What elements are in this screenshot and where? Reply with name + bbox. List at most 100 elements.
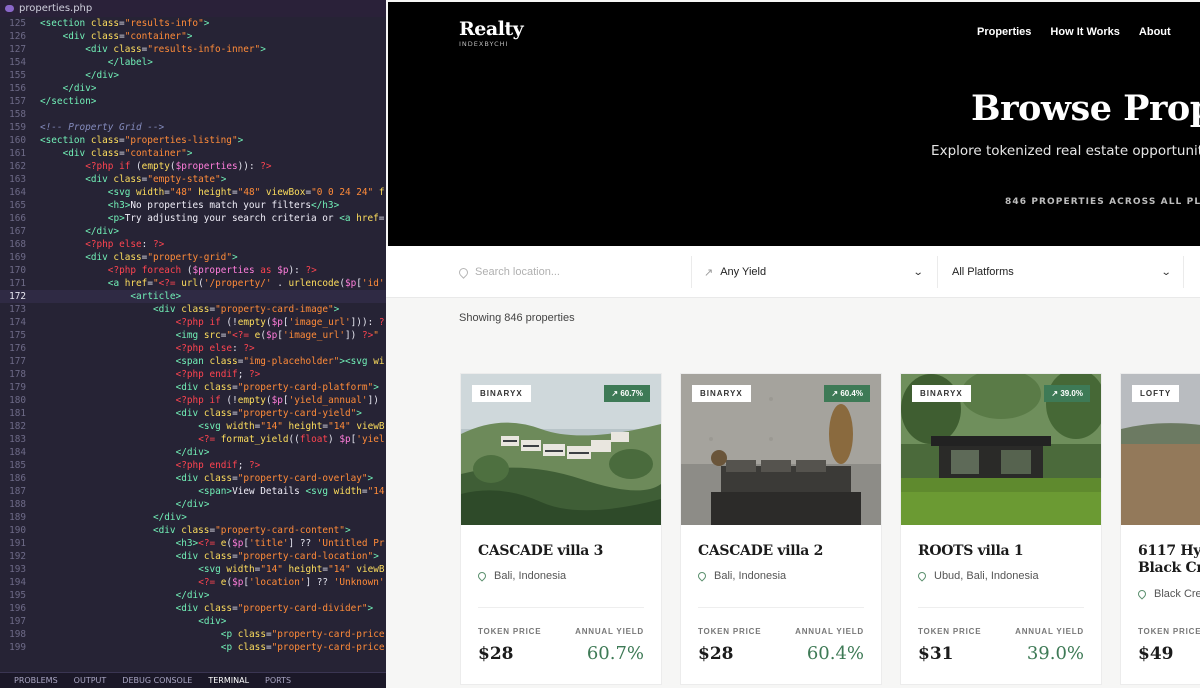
code-line[interactable]: 195 </div> [0, 589, 386, 602]
results-count: Showing 846 properties [459, 312, 575, 324]
code-line[interactable]: 162 <?php if (empty($properties)): ?> [0, 160, 386, 173]
nav-properties[interactable]: Properties [977, 26, 1031, 38]
token-price-label: TOKEN PRICE [918, 627, 982, 636]
property-image: LOFTY [1121, 374, 1200, 525]
code-text: </div> [62, 83, 97, 94]
nav-how-it-works[interactable]: How It Works [1050, 26, 1119, 38]
property-image: BINARYX ↗ 60.7% [461, 374, 661, 525]
line-number: 198 [9, 629, 26, 640]
code-line[interactable]: 172 <article> [0, 290, 386, 303]
token-price-label: TOKEN PRICE [698, 627, 762, 636]
code-line[interactable]: 170 <?php foreach ($properties as $p): ?> [0, 264, 386, 277]
code-line[interactable]: 171 <a href="<?= url('/property/' . urlen… [0, 277, 386, 290]
code-text: <div class="property-card-yield"> [175, 408, 362, 419]
code-line[interactable]: 154 </label> [0, 56, 386, 69]
panel-tab-terminal[interactable]: TERMINAL [200, 673, 258, 688]
platform-select[interactable]: All Platforms ⌄ [952, 258, 1171, 286]
panel-tab-output[interactable]: OUTPUT [66, 673, 115, 688]
property-card[interactable]: BINARYX ↗ 39.0% ROOTS villa 1 Ubud, Bali… [900, 373, 1102, 685]
code-line[interactable]: 127 <div class="results-info-inner"> [0, 43, 386, 56]
code-line[interactable]: 194 <?= e($p['location'] ?? 'Unknown' [0, 576, 386, 589]
code-line[interactable]: 178 <?php endif; ?> [0, 368, 386, 381]
code-line[interactable]: 169 <div class="property-grid"> [0, 251, 386, 264]
code-text: <div class="empty-state"> [85, 174, 227, 185]
code-line[interactable]: 165 <h3>No properties match your filters<… [0, 199, 386, 212]
code-text: </div> [175, 447, 210, 458]
code-line[interactable]: 156 </div> [0, 82, 386, 95]
code-line[interactable]: 168 <?php else: ?> [0, 238, 386, 251]
panel-tab-problems[interactable]: PROBLEMS [6, 673, 66, 688]
code-line[interactable]: 163 <div class="empty-state"> [0, 173, 386, 186]
property-card[interactable]: BINARYX ↗ 60.4% CASCADE villa 2 Bali, In… [680, 373, 882, 685]
line-number: 169 [9, 252, 26, 263]
yield-badge: ↗ 60.7% [604, 385, 650, 402]
code-line[interactable]: 191 <h3><?= e($p['title'] ?? 'Untitled Pr [0, 537, 386, 550]
code-line[interactable]: 188 </div> [0, 498, 386, 511]
code-line[interactable]: 176 <?php else: ?> [0, 342, 386, 355]
code-text: <svg width="48" height="48" viewBox="0 0… [107, 187, 385, 198]
code-line[interactable]: 199 <p class="property-card-price [0, 641, 386, 654]
line-number: 185 [9, 460, 26, 471]
panel-tab-ports[interactable]: PORTS [257, 673, 299, 688]
code-line[interactable]: 166 <p>Try adjusting your search criteria… [0, 212, 386, 225]
site-logo[interactable]: Realty INDEXBYCHI [459, 18, 524, 48]
code-line[interactable]: 193 <svg width="14" height="14" viewB [0, 563, 386, 576]
code-line[interactable]: 161 <div class="container"> [0, 147, 386, 160]
code-line[interactable]: 155 </div> [0, 69, 386, 82]
yield-select-value: Any Yield [720, 266, 767, 278]
code-line[interactable]: 125 <section class="results-info"> [0, 17, 386, 30]
code-line[interactable]: 164 <svg width="48" height="48" viewBox="… [0, 186, 386, 199]
annual-yield: 39.0% [1026, 643, 1084, 664]
code-line[interactable]: 183 <?= format_yield((float) $p['yiel [0, 433, 386, 446]
filter-bar: Search location... ↗ Any Yield ⌄ All Pla… [386, 246, 1200, 298]
code-text: <p class="property-card-price [220, 642, 385, 653]
line-number: 126 [9, 31, 26, 42]
code-text: <div class="property-card-image"> [153, 304, 340, 315]
code-line[interactable]: 186 <div class="property-card-overlay"> [0, 472, 386, 485]
filter-divider [1183, 256, 1184, 288]
code-line[interactable]: 185 <?php endif; ?> [0, 459, 386, 472]
editor-file-tab[interactable]: properties.php [0, 0, 386, 17]
code-line[interactable]: 126 <div class="container"> [0, 30, 386, 43]
code-line[interactable]: 181 <div class="property-card-yield"> [0, 407, 386, 420]
property-card[interactable]: BINARYX ↗ 60.7% CASCADE villa 3 Bali, In… [460, 373, 662, 685]
yield-select[interactable]: ↗ Any Yield ⌄ [704, 258, 923, 286]
code-line[interactable]: 174 <?php if (!empty($p['image_url'])): ? [0, 316, 386, 329]
code-line[interactable]: 159 <!-- Property Grid --> [0, 121, 386, 134]
code-text: <div class="property-card-overlay"> [175, 473, 374, 484]
trending-up-icon: ↗ [704, 266, 714, 279]
code-line[interactable]: 173 <div class="property-card-image"> [0, 303, 386, 316]
code-editor[interactable]: properties.php 125 <section class="result… [0, 0, 386, 688]
code-line[interactable]: 196 <div class="property-card-divider"> [0, 602, 386, 615]
code-line[interactable]: 192 <div class="property-card-location"> [0, 550, 386, 563]
code-line[interactable]: 184 </div> [0, 446, 386, 459]
nav-about[interactable]: About [1139, 26, 1171, 38]
code-line[interactable]: 177 <span class="img-placeholder"><svg wi [0, 355, 386, 368]
line-number: 180 [9, 395, 26, 406]
line-number: 160 [9, 135, 26, 146]
line-number: 177 [9, 356, 26, 367]
code-line[interactable]: 189 </div> [0, 511, 386, 524]
code-line[interactable]: 175 <img src="<?= e($p['image_url']) ?>" [0, 329, 386, 342]
code-line[interactable]: 198 <p class="property-card-price [0, 628, 386, 641]
code-line[interactable]: 158 [0, 108, 386, 121]
property-card[interactable]: LOFTY 6117 Hyde Black Cre Black Cre TOKE… [1120, 373, 1200, 685]
line-number: 176 [9, 343, 26, 354]
code-line[interactable]: 179 <div class="property-card-platform"> [0, 381, 386, 394]
code-line[interactable]: 187 <span>View Details <svg width="14 [0, 485, 386, 498]
search-location-input[interactable]: Search location... [457, 258, 560, 286]
code-line[interactable]: 197 <div> [0, 615, 386, 628]
code-area[interactable]: 125 <section class="results-info"> 126 <div… [0, 17, 386, 654]
code-text: <article> [130, 291, 182, 302]
code-line[interactable]: 180 <?php if (!empty($p['yield_annual']) [0, 394, 386, 407]
line-number: 190 [9, 525, 26, 536]
code-line[interactable]: 182 <svg width="14" height="14" viewB [0, 420, 386, 433]
code-line[interactable]: 157 </section> [0, 95, 386, 108]
code-line[interactable]: 160 <section class="properties-listing"> [0, 134, 386, 147]
code-line[interactable]: 190 <div class="property-card-content"> [0, 524, 386, 537]
location-pin-icon [457, 265, 470, 279]
code-line[interactable]: 167 </div> [0, 225, 386, 238]
panel-tab-debug-console[interactable]: DEBUG CONSOLE [114, 673, 200, 688]
location-pin-icon [476, 570, 488, 582]
yield-badge: ↗ 39.0% [1044, 385, 1090, 402]
